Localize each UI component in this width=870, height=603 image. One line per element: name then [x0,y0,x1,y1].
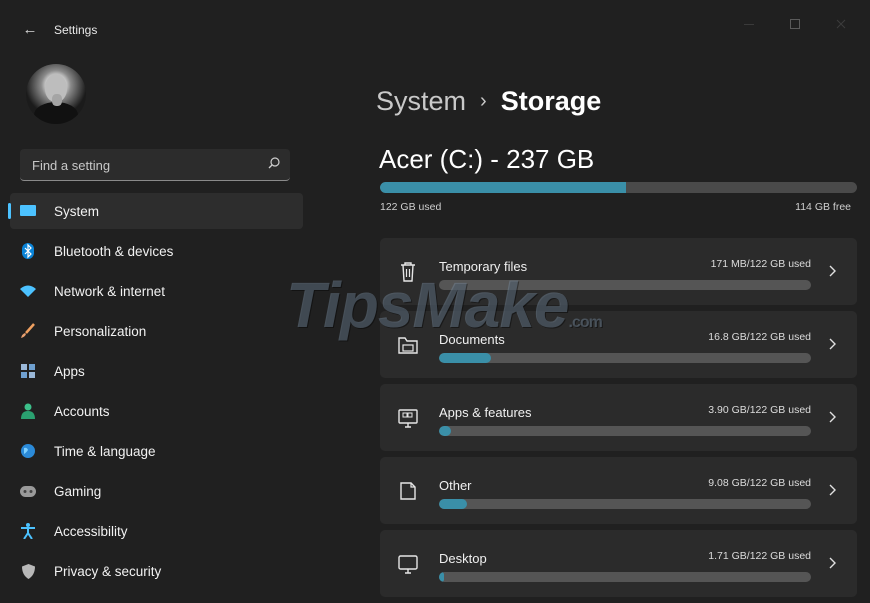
monitor-icon [398,555,418,574]
brush-icon [20,323,36,339]
sidebar-item-privacy[interactable]: Privacy & security [10,553,303,589]
category-usage-fill [439,426,451,436]
search-input[interactable] [20,149,274,181]
sidebar-item-label: Bluetooth & devices [54,243,174,259]
globe-clock-icon [20,443,36,459]
chevron-right-icon [829,557,836,569]
back-button[interactable]: ← [20,20,40,40]
sidebar-item-accounts[interactable]: Accounts [10,393,303,429]
chevron-right-icon [829,484,836,496]
other-file-icon [400,482,416,500]
settings-window: ← Settings Find a setting System Bluetoo… [6,6,864,597]
sidebar-item-system[interactable]: System [8,193,303,229]
selection-indicator [8,203,11,219]
storage-category-list: Temporary files 171 MB/122 GB used Docum… [380,238,857,603]
sidebar-item-label: System [54,203,100,219]
chevron-right-icon [829,265,836,277]
bluetooth-icon [20,243,36,259]
free-space-label: 114 GB free [795,201,851,213]
sidebar-item-personalization[interactable]: Personalization [10,313,303,349]
chevron-right-icon [829,411,836,423]
user-avatar[interactable] [26,64,86,124]
breadcrumb: System › Storage [376,86,601,117]
category-name: Documents [439,332,505,347]
sidebar-item-gaming[interactable]: Gaming [10,473,303,509]
maximize-icon [790,19,800,29]
maximize-button[interactable] [772,12,818,36]
avatar-hand [52,94,62,106]
system-icon [20,203,36,219]
sidebar-item-label: Accounts [54,403,110,419]
category-usage-bar [439,499,811,509]
category-desktop[interactable]: Desktop 1.71 GB/122 GB used [380,530,857,597]
category-usage-bar [439,353,811,363]
breadcrumb-parent[interactable]: System [376,86,466,117]
sidebar-item-time-language[interactable]: Time & language [10,433,303,469]
minimize-icon [744,23,754,25]
close-button[interactable] [818,12,864,36]
sidebar-item-apps[interactable]: Apps [10,353,303,389]
window-controls [726,12,864,36]
sidebar-item-label: Privacy & security [54,563,162,579]
category-size: 9.08 GB/122 GB used [708,477,811,489]
sidebar-item-network[interactable]: Network & internet [10,273,303,309]
sidebar-item-label: Time & language [54,443,156,459]
breadcrumb-separator: › [480,90,487,112]
category-usage-fill [439,572,445,582]
sidebar-item-label: Apps [54,363,85,379]
category-size: 1.71 GB/122 GB used [708,550,811,562]
drive-usage-bar [380,182,857,193]
search-icon[interactable] [266,155,282,171]
category-name: Other [439,478,472,493]
category-usage-fill [439,353,492,363]
sidebar-item-bluetooth[interactable]: Bluetooth & devices [10,233,303,269]
folder-icon [398,337,418,354]
sidebar-item-label: Personalization [54,323,147,339]
minimize-button[interactable] [726,12,772,36]
used-space-label: 122 GB used [380,201,442,213]
drive-usage-fill [380,182,626,193]
sidebar-nav: System Bluetooth & devices Network & int… [6,193,306,593]
apps-features-icon [398,409,418,428]
category-temporary-files[interactable]: Temporary files 171 MB/122 GB used [380,238,857,305]
category-name: Desktop [439,551,487,566]
sidebar-item-label: Gaming [54,483,102,499]
sidebar-item-accessibility[interactable]: Accessibility [10,513,303,549]
shield-icon [20,563,36,579]
category-other[interactable]: Other 9.08 GB/122 GB used [380,457,857,524]
category-name: Temporary files [439,259,528,274]
category-usage-fill [439,499,467,509]
close-icon [836,19,846,29]
accessibility-icon [20,523,36,539]
category-usage-bar [439,426,811,436]
category-apps-features[interactable]: Apps & features 3.90 GB/122 GB used [380,384,857,451]
person-icon [20,403,36,419]
chevron-right-icon [829,338,836,350]
page-title: Storage [500,86,602,116]
category-usage-bar [439,280,811,290]
apps-icon [20,363,36,379]
wifi-icon [20,283,36,299]
drive-title: Acer (C:) - 237 GB [379,144,595,174]
sidebar-item-label: Network & internet [54,283,166,299]
search-box [20,149,290,181]
category-usage-bar [439,572,811,582]
category-name: Apps & features [439,405,532,420]
category-documents[interactable]: Documents 16.8 GB/122 GB used [380,311,857,378]
title-bar: ← Settings [6,6,864,54]
sidebar-item-label: Accessibility [54,523,128,539]
category-size: 171 MB/122 GB used [710,258,811,270]
gamepad-icon [20,483,36,499]
category-size: 3.90 GB/122 GB used [708,404,811,416]
trash-icon [401,262,415,282]
category-size: 16.8 GB/122 GB used [708,331,811,343]
app-title: Settings [54,23,98,37]
